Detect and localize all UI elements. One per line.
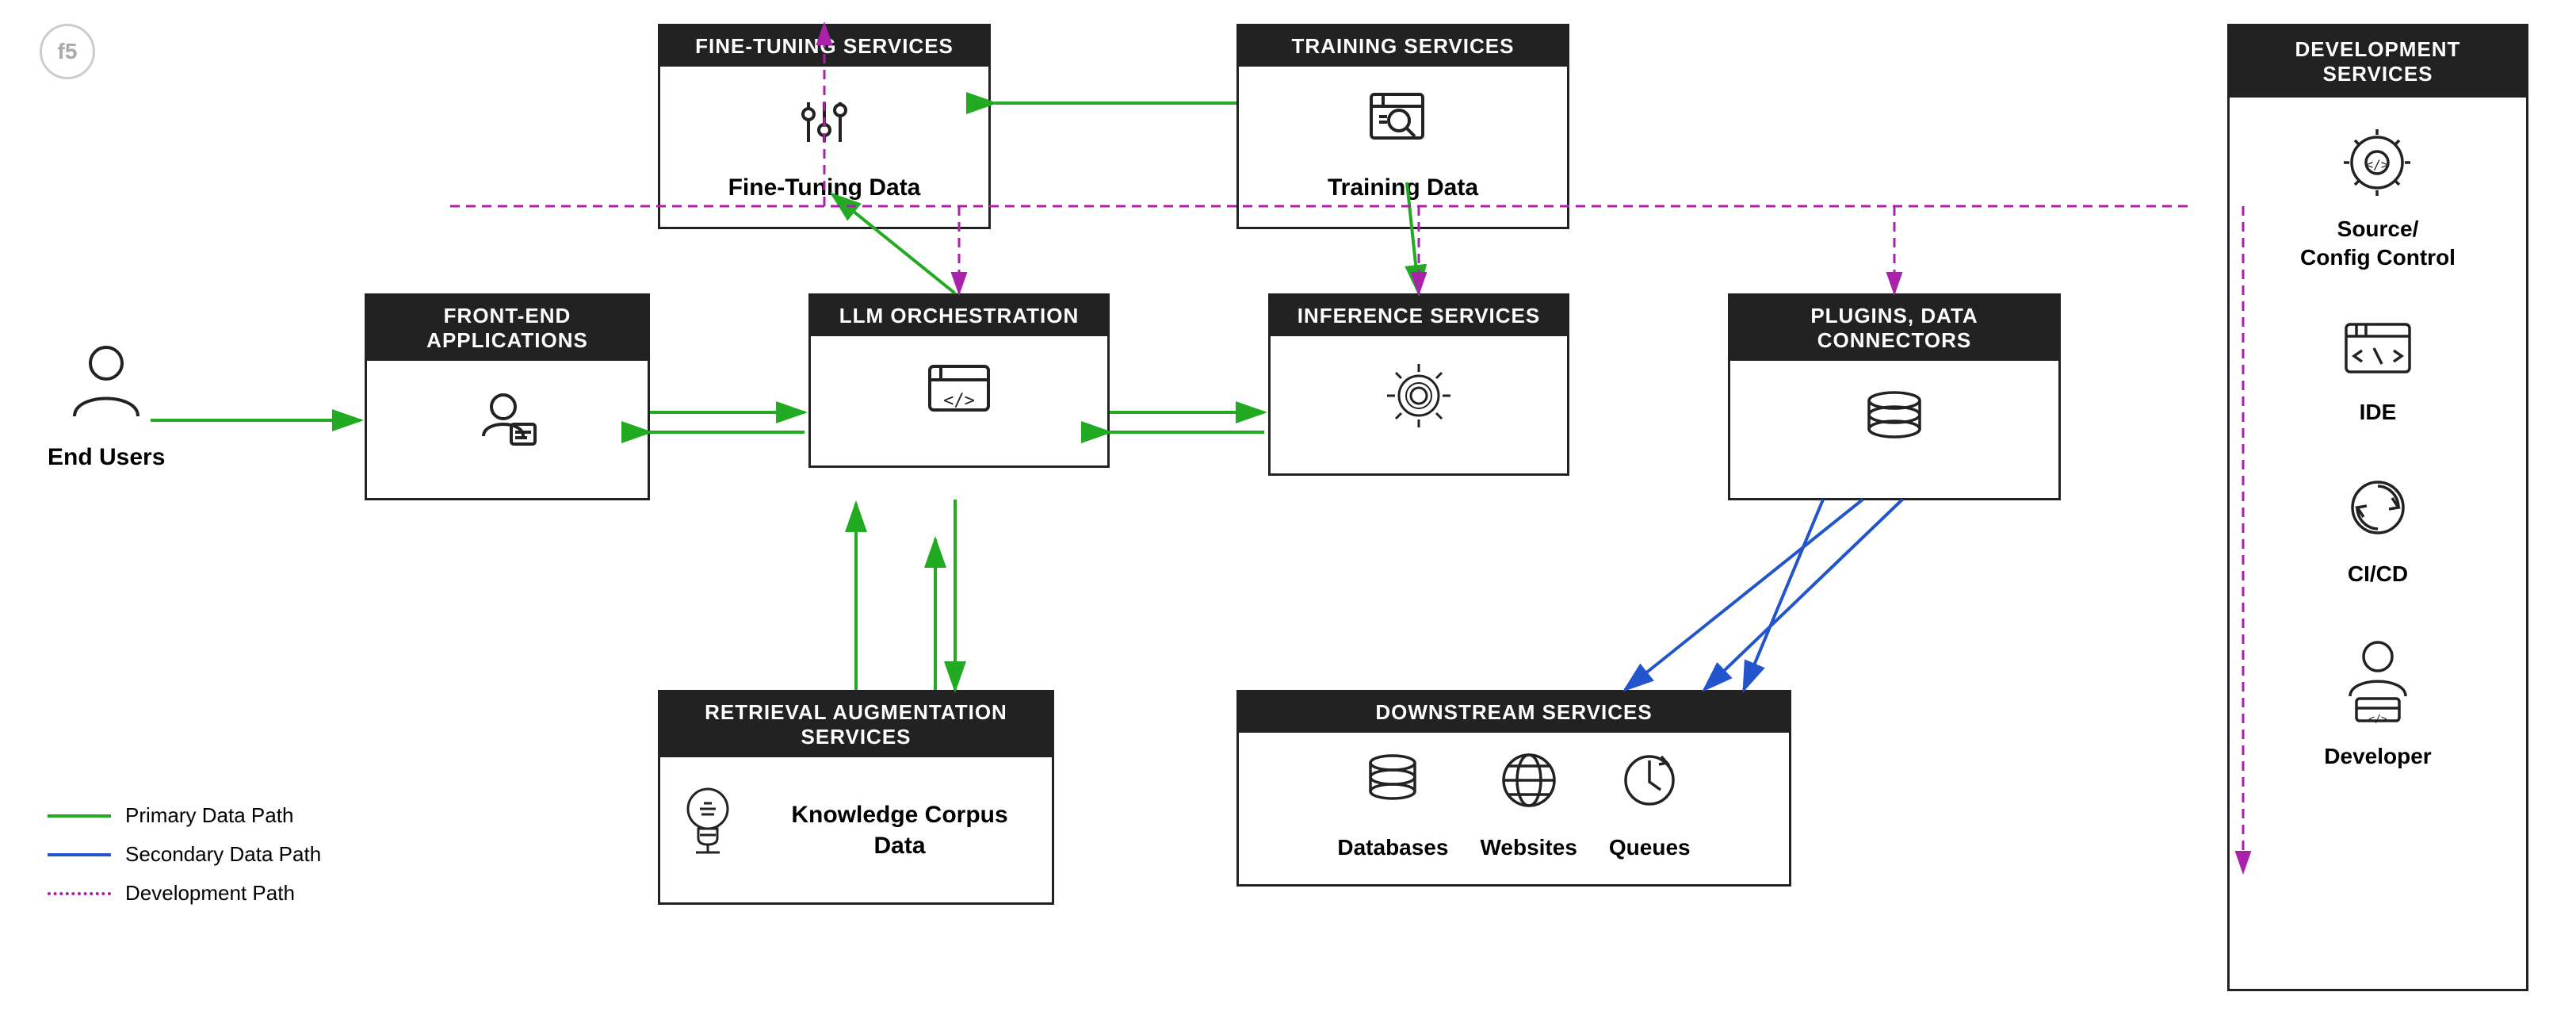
plugins-header: PLUGINS, DATA CONNECTORS <box>1730 296 2058 361</box>
inference-body <box>1271 336 1567 473</box>
databases-label: Databases <box>1337 835 1448 860</box>
downstream-websites: Websites <box>1480 749 1577 860</box>
source-config-label: Source/Config Control <box>2300 215 2456 273</box>
svg-text:</>: </> <box>943 391 975 411</box>
training-icon <box>1367 90 1439 163</box>
legend-dev-text: Development Path <box>125 881 295 906</box>
dev-services-panel: DEVELOPMENT SERVICES <box>2227 24 2528 991</box>
databases-icon <box>1361 749 1424 827</box>
developer-icon: </> <box>2342 637 2414 734</box>
retrieval-header: RETRIEVAL AUGMENTATION SERVICES <box>660 692 1052 757</box>
training-services-box: TRAINING SERVICES Training Data <box>1236 24 1569 229</box>
downstream-queues: Queues <box>1609 749 1691 860</box>
frontend-body <box>367 361 648 498</box>
dev-developer: </> Developer <box>2324 637 2431 771</box>
downstream-box: DOWNSTREAM SERVICES Databases <box>1236 690 1791 887</box>
svg-text:</>: </> <box>2368 714 2387 724</box>
developer-label: Developer <box>2324 742 2431 771</box>
dev-cicd: CI/CD <box>2345 474 2412 588</box>
plugins-icon <box>1859 385 1930 465</box>
dev-source-config: </> Source/Config Control <box>2300 129 2456 273</box>
websites-label: Websites <box>1480 835 1577 860</box>
legend-secondary-text: Secondary Data Path <box>125 842 321 867</box>
frontend-header: FRONT-END APPLICATIONS <box>367 296 648 361</box>
fine-tuning-header: FINE-TUNING SERVICES <box>660 26 988 67</box>
frontend-icon <box>476 385 539 465</box>
legend-primary-text: Primary Data Path <box>125 803 293 828</box>
fine-tuning-body: Fine-Tuning Data <box>660 67 988 227</box>
frontend-box: FRONT-END APPLICATIONS <box>365 293 650 500</box>
ide-label: IDE <box>2360 398 2397 427</box>
dev-services-body: </> Source/Config Control <box>2230 98 2526 802</box>
queues-label: Queues <box>1609 835 1691 860</box>
end-users-icon <box>71 341 142 438</box>
training-body: Training Data <box>1239 67 1567 227</box>
legend-primary-line <box>48 814 111 818</box>
end-users: End Users <box>48 341 165 471</box>
source-config-icon: </> <box>2344 129 2411 207</box>
diagram-container: f5 FINE-TUNING SERVICES Fine-Tuning Data… <box>0 0 2576 1015</box>
inference-box: INFERENCE SERVICES <box>1268 293 1569 476</box>
inference-icon <box>1383 360 1454 440</box>
legend-secondary: Secondary Data Path <box>48 842 321 867</box>
retrieval-box: RETRIEVAL AUGMENTATION SERVICES Knowledg… <box>658 690 1054 905</box>
training-header: TRAINING SERVICES <box>1239 26 1567 67</box>
retrieval-body: Knowledge Corpus Data <box>660 757 1052 902</box>
legend-dev: Development Path <box>48 881 321 906</box>
queues-icon <box>1618 749 1681 827</box>
dev-services-header: DEVELOPMENT SERVICES <box>2230 26 2526 98</box>
plugins-box: PLUGINS, DATA CONNECTORS <box>1728 293 2061 500</box>
end-users-label: End Users <box>48 444 165 471</box>
fine-tuning-services-box: FINE-TUNING SERVICES Fine-Tuning Data <box>658 24 991 229</box>
inference-header: INFERENCE SERVICES <box>1271 296 1567 336</box>
fine-tuning-label: Fine-Tuning Data <box>728 172 921 203</box>
downstream-header: DOWNSTREAM SERVICES <box>1239 692 1789 733</box>
downstream-databases: Databases <box>1337 749 1448 860</box>
downstream-items: Databases Websites <box>1239 733 1789 884</box>
cicd-label: CI/CD <box>2348 560 2408 588</box>
llm-icon: </> <box>923 360 995 432</box>
cicd-icon <box>2345 474 2412 552</box>
websites-icon <box>1497 749 1561 827</box>
llm-header: LLM ORCHESTRATION <box>811 296 1107 336</box>
sliders-icon <box>793 90 856 163</box>
plugins-body <box>1730 361 2058 498</box>
svg-text:</>: </> <box>2366 157 2389 172</box>
legend-primary: Primary Data Path <box>48 803 321 828</box>
dev-ide: IDE <box>2342 320 2414 427</box>
legend: Primary Data Path Secondary Data Path De… <box>48 803 321 920</box>
training-label: Training Data <box>1328 172 1478 203</box>
legend-dev-line <box>48 892 111 895</box>
retrieval-icon <box>676 781 740 869</box>
llm-body: </> <box>811 336 1107 465</box>
ide-icon <box>2342 320 2414 390</box>
f5-logo: f5 <box>40 24 95 79</box>
legend-secondary-line <box>48 853 111 856</box>
retrieval-label: Knowledge Corpus Data <box>763 799 1036 861</box>
llm-box: LLM ORCHESTRATION </> <box>808 293 1110 468</box>
